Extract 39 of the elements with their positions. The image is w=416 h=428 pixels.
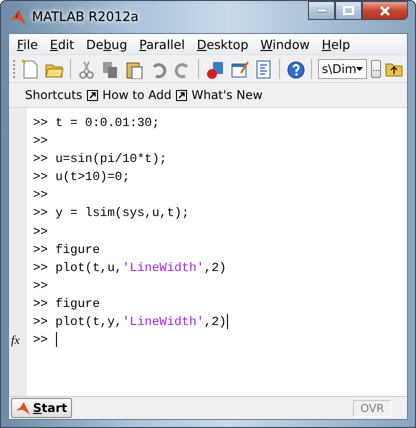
shortcuts-label[interactable]: Shortcuts xyxy=(25,88,82,102)
command-line: >> y = lsim(sys,u,t); xyxy=(33,205,190,222)
shortcut-arrow-icon xyxy=(87,90,98,100)
shortcut-link[interactable]: What's New xyxy=(176,88,263,102)
command-line: >> t = 0:0.01:30; xyxy=(33,115,160,132)
menu-item[interactable]: Debug xyxy=(82,36,136,52)
function-browser-icon[interactable]: fx xyxy=(11,332,27,348)
dropdown-arrow-icon xyxy=(356,66,364,70)
shortcut-arrow-icon xyxy=(176,90,188,100)
browse-button[interactable]: ... xyxy=(371,60,381,78)
new-file-icon[interactable] xyxy=(20,58,40,80)
close-icon xyxy=(379,6,391,16)
minimize-button[interactable] xyxy=(308,1,335,20)
minimize-icon xyxy=(316,8,326,12)
command-line: >> figure xyxy=(33,296,101,313)
menu-item[interactable]: Edit xyxy=(46,36,82,52)
command-line: >> u(t>10)=0; xyxy=(33,169,131,186)
command-line: >> xyxy=(33,187,49,204)
close-button[interactable] xyxy=(362,1,408,20)
menu-item[interactable]: Help xyxy=(318,36,358,52)
maximize-button[interactable] xyxy=(335,1,362,20)
command-prompt[interactable]: >> xyxy=(33,331,58,350)
command-line: >> plot(t,y,'LineWidth',2) xyxy=(33,313,230,332)
shortcut-link[interactable]: How to Add xyxy=(87,88,172,102)
command-line: >> plot(t,u,'LineWidth',2) xyxy=(33,260,228,277)
overwrite-indicator: OVR xyxy=(353,400,391,416)
menu-item[interactable]: Parallel xyxy=(135,36,193,52)
menu-item[interactable]: File xyxy=(13,36,46,52)
menu-item[interactable]: Window xyxy=(256,36,318,52)
maximize-icon xyxy=(343,6,354,15)
command-line: >> xyxy=(33,278,49,295)
menu-item[interactable]: Desktop xyxy=(192,36,256,52)
command-line: >> figure xyxy=(33,242,101,259)
window-title: MATLAB R2012a xyxy=(32,10,139,24)
current-folder-dropdown[interactable]: s\Dim xyxy=(318,58,368,78)
command-line: >> u=sin(pi/10*t); xyxy=(33,151,168,168)
command-line: >> xyxy=(33,133,49,150)
start-button[interactable]: Start xyxy=(11,398,72,418)
command-line: >> xyxy=(33,224,49,241)
